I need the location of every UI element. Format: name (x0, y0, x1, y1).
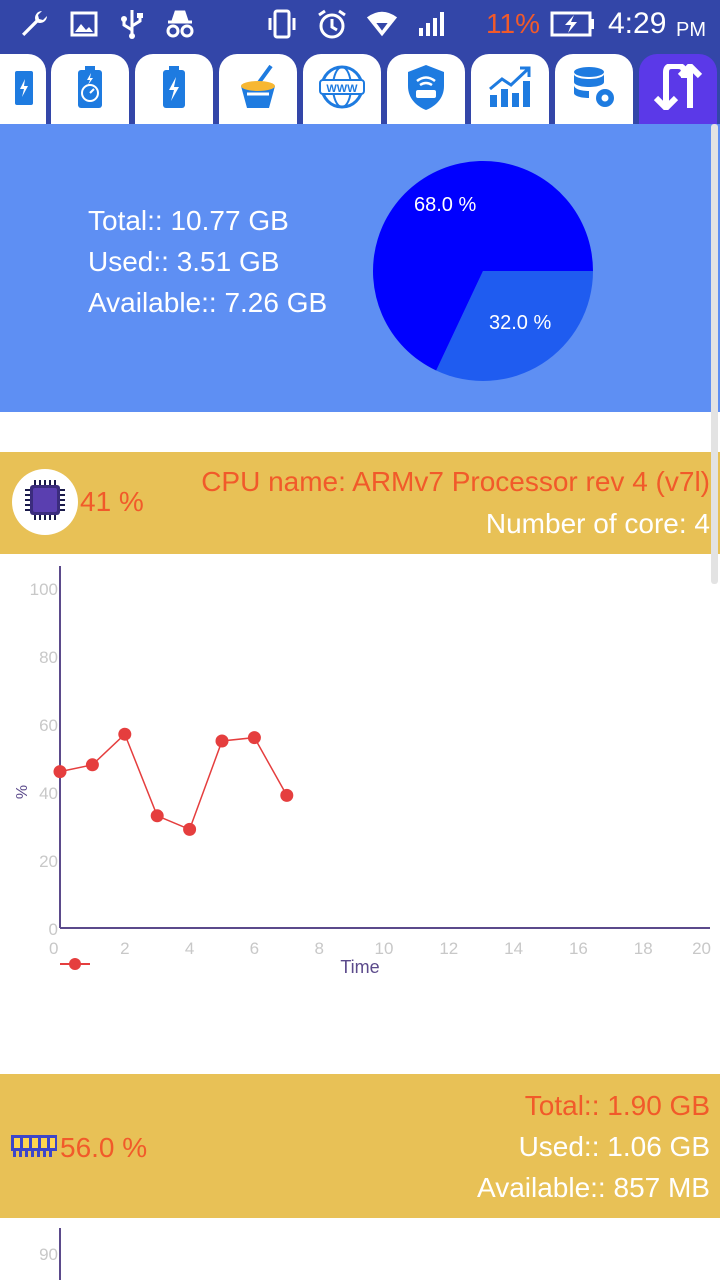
battery-charge-icon (13, 67, 35, 112)
svg-text:WWW: WWW (326, 83, 358, 95)
cpu-chart-ytick: 80 (39, 648, 58, 667)
cpu-chart-ytick: 40 (39, 784, 58, 803)
battery-speed-icon (75, 65, 105, 114)
cpu-chart-xtick: 6 (250, 939, 259, 958)
cpu-chart-ylabel: % (14, 785, 31, 799)
cpu-chart-xtick: 18 (634, 939, 653, 958)
tab-battery-bolt[interactable] (135, 54, 213, 124)
tab-battery-charge[interactable] (0, 54, 46, 124)
ram-usage-percent: 56.0 % (60, 1132, 148, 1163)
ram-available: Available:: 857 MB (477, 1172, 710, 1203)
cpu-data-point (150, 809, 164, 823)
usb-icon (116, 8, 148, 40)
cpu-chart-xtick: 0 (49, 939, 58, 958)
cpu-data-point (53, 765, 67, 779)
incognito-icon (164, 8, 196, 40)
clock: 4:29 (608, 7, 667, 40)
ram-header: 56.0 % Total:: 1.90 GB Used:: 1.06 GB Av… (0, 1074, 720, 1218)
cpu-data-point (247, 731, 261, 745)
storage-panel: Total:: 10.77 GB Used:: 3.51 GB Availabl… (0, 124, 720, 412)
storage-used: Used:: 3.51 GB (88, 246, 280, 277)
cpu-chart-ytick: 20 (39, 852, 58, 871)
tab-strip: WWW (0, 48, 720, 124)
cleaner-icon (235, 64, 281, 115)
image-icon (68, 8, 100, 40)
tab-data-transfer[interactable] (639, 54, 717, 124)
wrench-icon (18, 8, 50, 40)
router-icon (404, 63, 448, 116)
scrollbar[interactable] (711, 124, 718, 584)
cpu-chart-xtick: 16 (569, 939, 588, 958)
storage-info: Total:: 10.77 GB Used:: 3.51 GB Availabl… (88, 200, 327, 323)
cpu-chart-xtick: 2 (120, 939, 129, 958)
cpu-name: CPU name: ARMv7 Processor rev 4 (v7l) (201, 466, 710, 497)
cpu-chart-xtick: 12 (439, 939, 458, 958)
cpu-chart-ytick: 100 (30, 580, 58, 599)
processor-chip-icon (23, 478, 67, 527)
cpu-usage-chart: 0 20 40 60 80 100 0 2 4 6 8 10 12 14 16 18 20 Time% (14, 566, 711, 977)
cpu-core-count: Number of core: 4 (485, 508, 710, 539)
pie-label-used-free: 68.0 % (414, 194, 477, 216)
ram-chart-ytick: 90 (39, 1245, 58, 1264)
cpu-data-point (183, 822, 197, 836)
cpu-chart-ytick: 0 (49, 920, 58, 939)
tab-battery-speed[interactable] (51, 54, 129, 124)
data-transfer-icon (652, 61, 704, 115)
cpu-data-point (118, 727, 132, 741)
status-bar: 11% 4:29 PM (0, 0, 720, 48)
cpu-legend-marker (69, 958, 81, 970)
ram-used: Used:: 1.06 GB (518, 1131, 710, 1162)
cpu-usage-percent: 41 % (80, 486, 144, 517)
storage-total: Total:: 10.77 GB (88, 205, 289, 236)
vibrate-icon (266, 8, 298, 40)
signal-icon (416, 8, 448, 40)
battery-charging-icon (550, 8, 596, 40)
cpu-chart-xtick: 20 (692, 939, 711, 958)
ram-chip-icon (10, 1133, 58, 1164)
cpu-series-line (59, 732, 288, 831)
clock-ampm: PM (676, 19, 706, 41)
cpu-chart-xtick: 10 (375, 939, 394, 958)
cpu-chart-ytick: 60 (39, 716, 58, 735)
cpu-data-point (215, 734, 229, 748)
cpu-icon-badge (12, 469, 78, 535)
tab-database[interactable] (555, 54, 633, 124)
ram-usage-chart: 90 (39, 1228, 61, 1280)
cpu-chart-xlabel: Time (340, 957, 379, 977)
cpu-data-point (85, 758, 99, 772)
cpu-chart-xtick: 8 (314, 939, 323, 958)
www-icon: WWW (318, 63, 366, 116)
alarm-icon (316, 8, 348, 40)
growth-chart-icon (486, 65, 534, 114)
wifi-icon (366, 8, 398, 40)
cpu-chart-xtick: 14 (504, 939, 523, 958)
tab-growth[interactable] (471, 54, 549, 124)
pie-label-other: 32.0 % (489, 312, 552, 334)
storage-available: Available:: 7.26 GB (88, 287, 328, 318)
storage-pie-chart (373, 161, 593, 381)
tab-www[interactable]: WWW (303, 54, 381, 124)
ram-total: Total:: 1.90 GB (524, 1090, 710, 1121)
tab-cleaner[interactable] (219, 54, 297, 124)
database-settings-icon (571, 64, 617, 115)
cpu-header: 41 % CPU name: ARMv7 Processor rev 4 (v7… (0, 452, 720, 554)
cpu-data-point (280, 788, 294, 802)
battery-bolt-icon (161, 65, 187, 114)
tab-router[interactable] (387, 54, 465, 124)
cpu-chart-xtick: 4 (185, 939, 194, 958)
battery-percent: 11% (486, 8, 540, 39)
